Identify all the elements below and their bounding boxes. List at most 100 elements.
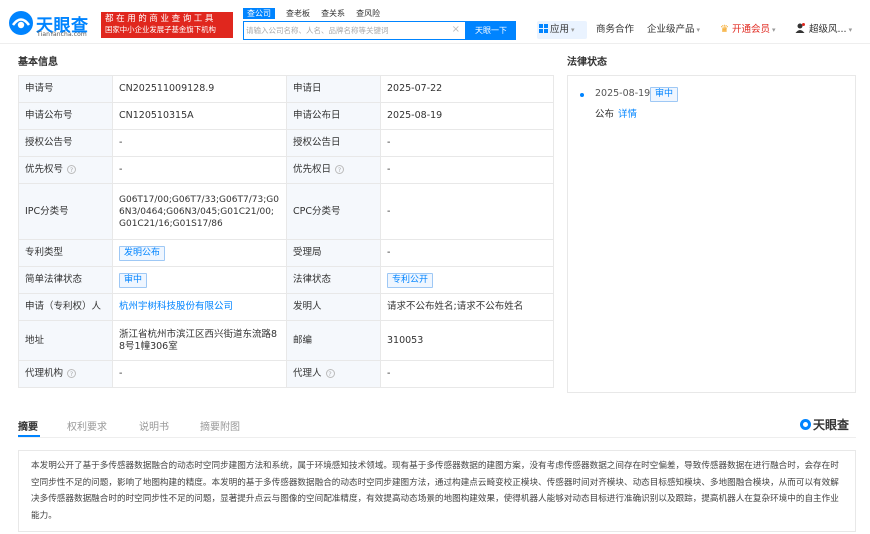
- basic-info-title: 基本信息: [18, 57, 58, 68]
- legal-status-text: 公布: [595, 109, 615, 120]
- search-tab-risk[interactable]: 查风险: [356, 8, 380, 19]
- table-row: 授权公告号 - 授权公告日 -: [18, 129, 554, 157]
- legal-status-title: 法律状态: [567, 57, 607, 68]
- nav-apps[interactable]: 应用 ▾: [537, 21, 587, 39]
- tab-abstract-figure[interactable]: 摘要附图: [200, 418, 240, 433]
- search-tab-relation[interactable]: 查关系: [321, 8, 345, 19]
- label-publication-no: 申请公布号: [18, 102, 113, 130]
- label-cell-priority-date: 优先权日?: [286, 156, 381, 184]
- nav-user[interactable]: 超级风... ▾: [795, 21, 852, 39]
- table-row: 专利类型 发明公布 受理局 -: [18, 239, 554, 267]
- label-agent: 代理人: [293, 368, 322, 379]
- value-inventor: 请求不公布姓名;请求不公布姓名: [380, 293, 554, 321]
- value-publication-no: CN120510315A: [112, 102, 287, 130]
- value-priority-no: -: [112, 156, 287, 184]
- label-grant-date: 授权公告日: [286, 129, 381, 157]
- label-cpc: CPC分类号: [286, 183, 381, 240]
- label-priority-date: 优先权日: [293, 164, 332, 175]
- search-tab-company[interactable]: 查公司: [243, 8, 275, 19]
- nav-apps-label: 应用: [550, 24, 570, 35]
- logo-icon: [9, 11, 33, 35]
- tab-abstract[interactable]: 摘要: [18, 418, 38, 433]
- value-agency: -: [112, 360, 287, 388]
- value-priority-date: -: [380, 156, 554, 184]
- brand-text: 天眼查: [813, 418, 850, 432]
- help-icon[interactable]: ?: [67, 165, 77, 174]
- table-row: 申请公布号 CN120510315A 申请公布日 2025-08-19: [18, 102, 554, 130]
- value-cpc: -: [380, 183, 554, 240]
- applicant-link[interactable]: 杭州宇树科技股份有限公司: [119, 301, 233, 312]
- chevron-down-icon: ▾: [848, 26, 853, 34]
- search-tab-boss[interactable]: 查老板: [286, 8, 310, 19]
- search-button[interactable]: 天眼一下: [466, 21, 516, 40]
- user-avatar-icon: [795, 23, 805, 33]
- legal-status-detail-link[interactable]: 详情: [618, 109, 637, 120]
- label-simple-legal-status: 简单法律状态: [18, 266, 113, 294]
- label-grant-no: 授权公告号: [18, 129, 113, 157]
- tabs-divider: [18, 437, 856, 438]
- table-row: 地址 浙江省杭州市滨江区西兴街道东流路88号1幢306室 邮编 310053: [18, 320, 554, 361]
- table-row: 申请号 CN202511009128.9 申请日 2025-07-22: [18, 75, 554, 103]
- table-row: 优先权号? - 优先权日? -: [18, 156, 554, 184]
- apps-grid-icon: [539, 24, 548, 33]
- label-patent-type: 专利类型: [18, 239, 113, 267]
- nav-enterprise-label: 企业级产品: [647, 24, 695, 35]
- table-row: 代理机构? - 代理人? -: [18, 360, 554, 388]
- simple-legal-status-tag: 审中: [119, 272, 148, 288]
- patent-type-tag: 发明公布: [119, 245, 166, 261]
- label-application-date: 申请日: [286, 75, 381, 103]
- chevron-down-icon: ▾: [696, 26, 701, 34]
- search-box: ×: [243, 21, 466, 40]
- value-grant-date: -: [380, 129, 554, 157]
- chevron-down-icon: ▾: [571, 26, 575, 34]
- label-cell-priority-no: 优先权号?: [18, 156, 113, 184]
- tianyancha-logo[interactable]: 天眼查 TianYancha.com: [8, 10, 100, 38]
- value-cell-patent-type: 发明公布: [112, 239, 287, 267]
- search-input[interactable]: [246, 23, 446, 38]
- nav-vip-label: 开通会员: [731, 24, 770, 35]
- legal-status-panel: 2025-08-19 审中 公布 详情: [567, 75, 856, 393]
- value-postcode: 310053: [380, 320, 554, 361]
- label-address: 地址: [18, 320, 113, 361]
- label-agency: 代理机构: [25, 368, 64, 379]
- nav-business[interactable]: 商务合作: [596, 21, 634, 39]
- value-cell-legal-status: 专利公开: [380, 266, 554, 294]
- value-application-date: 2025-07-22: [380, 75, 554, 103]
- help-icon[interactable]: ?: [325, 369, 335, 378]
- logo-domain: TianYancha.com: [37, 31, 87, 38]
- crown-icon: ♛: [720, 24, 729, 35]
- tab-description[interactable]: 说明书: [139, 418, 169, 433]
- help-icon[interactable]: ?: [335, 165, 345, 174]
- legal-status-date: 2025-08-19: [595, 88, 651, 99]
- nav-user-label: 超级风...: [809, 24, 847, 35]
- tab-claims[interactable]: 权利要求: [67, 418, 107, 433]
- table-row: IPC分类号 G06T17/00;G06T7/33;G06T7/73;G06N3…: [18, 183, 554, 240]
- label-receiving-office: 受理局: [286, 239, 381, 267]
- label-applicant: 申请（专利权）人: [18, 293, 113, 321]
- table-row: 简单法律状态 审中 法律状态 专利公开: [18, 266, 554, 294]
- legal-status-event: 公布 详情: [595, 106, 637, 120]
- nav-vip[interactable]: ♛ 开通会员 ▾: [720, 21, 776, 39]
- label-priority-no: 优先权号: [25, 164, 64, 175]
- label-postcode: 邮编: [286, 320, 381, 361]
- label-publication-date: 申请公布日: [286, 102, 381, 130]
- legal-status-tag: 专利公开: [387, 272, 434, 288]
- label-inventor: 发明人: [286, 293, 381, 321]
- value-application-no: CN202511009128.9: [112, 75, 287, 103]
- chevron-down-icon: ▾: [771, 26, 776, 34]
- value-grant-no: -: [112, 129, 287, 157]
- help-icon[interactable]: ?: [67, 369, 77, 378]
- clear-icon[interactable]: ×: [452, 24, 460, 35]
- slogan-line1: 都在用的商业查询工具: [105, 14, 217, 24]
- brand-mark: 天眼查: [800, 416, 849, 433]
- top-header: 天眼查 TianYancha.com 都在用的商业查询工具 国家中小企业发展子基…: [0, 0, 870, 44]
- value-cell-simple-legal-status: 审中: [112, 266, 287, 294]
- value-ipc: G06T17/00;G06T7/33;G06T7/73;G06N3/0464;G…: [112, 183, 287, 240]
- value-address: 浙江省杭州市滨江区西兴街道东流路88号1幢306室: [112, 320, 287, 361]
- basic-info-table: 申请号 CN202511009128.9 申请日 2025-07-22 申请公布…: [18, 75, 554, 388]
- slogan-banner: 都在用的商业查询工具 国家中小企业发展子基金旗下机构: [101, 12, 233, 38]
- search-type-tabs: 查公司 查老板 查关系 查风险: [243, 8, 388, 20]
- nav-enterprise[interactable]: 企业级产品 ▾: [647, 21, 700, 39]
- label-application-no: 申请号: [18, 75, 113, 103]
- label-legal-status: 法律状态: [286, 266, 381, 294]
